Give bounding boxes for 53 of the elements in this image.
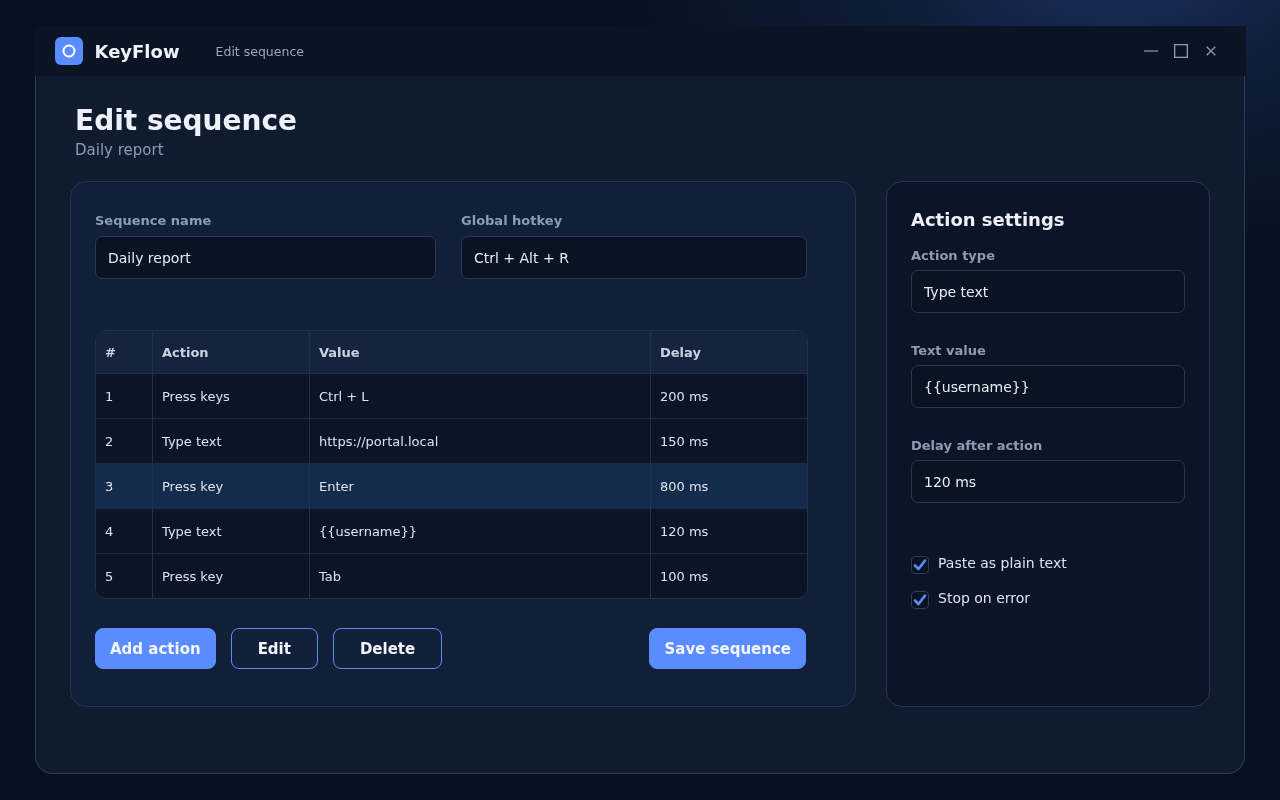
table-cell: Tab bbox=[309, 553, 651, 598]
table-cell: {{username}} bbox=[309, 508, 651, 554]
table-cell: 2 bbox=[96, 418, 153, 464]
panel-title: Action settings bbox=[911, 208, 1065, 232]
checkbox[interactable] bbox=[911, 556, 929, 574]
breadcrumb: Edit sequence bbox=[215, 43, 304, 59]
input-field[interactable]: Ctrl + Alt + R bbox=[461, 236, 807, 279]
field-label: Sequence name bbox=[95, 213, 212, 229]
action-button[interactable]: Delete bbox=[332, 628, 443, 669]
table-cell: 3 bbox=[96, 463, 153, 509]
table-cell: 4 bbox=[96, 508, 153, 554]
table-cell: Type text bbox=[152, 508, 310, 554]
table-cell: 200 ms bbox=[650, 373, 807, 419]
field-label: Text value bbox=[911, 343, 986, 359]
table-cell: 120 ms bbox=[650, 508, 807, 554]
field-label: Global hotkey bbox=[461, 213, 563, 229]
column-header: Delay bbox=[650, 331, 807, 374]
table-cell: Type text bbox=[152, 418, 310, 464]
checkbox[interactable] bbox=[911, 591, 929, 609]
table-row[interactable]: 2 Type text https://portal.local 150 ms bbox=[96, 418, 807, 464]
table-cell: Enter bbox=[309, 463, 651, 509]
field-label: Delay after action bbox=[911, 438, 1043, 454]
table-cell: Press key bbox=[152, 553, 310, 598]
page-subtitle: Daily report bbox=[75, 141, 164, 159]
app-name: KeyFlow bbox=[94, 40, 180, 62]
table-cell: Press key bbox=[152, 463, 310, 509]
table-cell: Ctrl + L bbox=[309, 373, 651, 419]
table-row[interactable]: 4 Type text {{username}} 120 ms bbox=[96, 508, 807, 554]
table-cell: Press keys bbox=[152, 373, 310, 419]
input-field[interactable]: 120 ms bbox=[911, 460, 1185, 503]
input-field[interactable]: Daily report bbox=[95, 236, 436, 279]
table-cell: 100 ms bbox=[650, 553, 807, 598]
table-cell: https://portal.local bbox=[309, 418, 651, 464]
table-cell: 150 ms bbox=[650, 418, 807, 464]
maximize-icon[interactable] bbox=[1173, 44, 1188, 58]
input-field[interactable]: {{username}} bbox=[911, 365, 1185, 408]
table-cell: 1 bbox=[96, 373, 153, 419]
input-field[interactable]: Type text bbox=[911, 270, 1185, 313]
table-cell: 5 bbox=[96, 553, 153, 598]
table-row[interactable]: 1 Press keys Ctrl + L 200 ms bbox=[96, 373, 807, 419]
table-row[interactable]: 5 Press key Tab 100 ms bbox=[96, 553, 807, 598]
page-title: Edit sequence bbox=[75, 104, 298, 138]
column-header: # bbox=[96, 331, 153, 374]
field-label: Action type bbox=[911, 248, 995, 264]
action-button[interactable]: Edit bbox=[230, 628, 318, 669]
column-header: Action bbox=[152, 331, 310, 374]
checkbox-label: Paste as plain text bbox=[938, 554, 1067, 573]
checkbox-label: Stop on error bbox=[938, 589, 1031, 608]
selected-table-row[interactable]: 3 Press key Enter 800 ms bbox=[96, 463, 807, 509]
column-header: Value bbox=[309, 331, 651, 374]
table-cell: 800 ms bbox=[650, 463, 807, 509]
close-icon[interactable] bbox=[1205, 46, 1216, 56]
app-logo-icon bbox=[54, 37, 83, 65]
